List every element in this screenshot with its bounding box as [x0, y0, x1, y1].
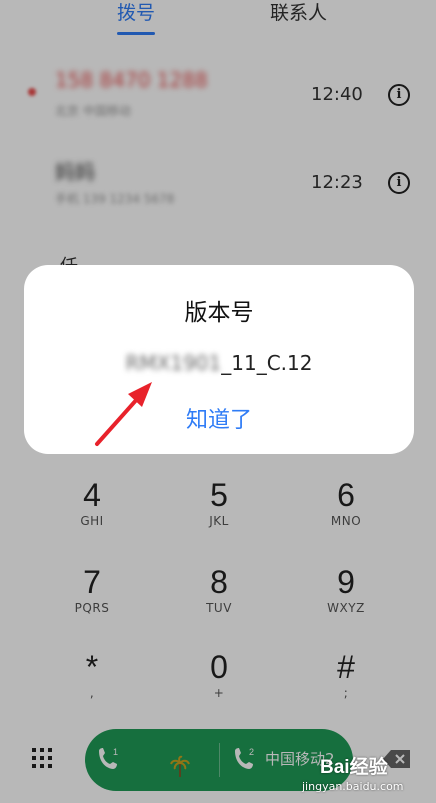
version-dialog: 版本号 RMX1901_11_C.12 知道了 [24, 265, 414, 454]
dialog-title: 版本号 [184, 300, 254, 326]
version-suffix: _11_C.12 [221, 351, 313, 375]
got-it-button[interactable]: 知道了 [24, 402, 414, 434]
watermark-url: jingyan.baidu.com [302, 780, 404, 793]
baidu-watermark: Bai经验 jingyan.baidu.com [298, 748, 434, 802]
version-number: RMX1901_11_C.12 [24, 351, 414, 375]
watermark-logo: Bai经验 [320, 757, 388, 778]
version-redacted: RMX1901 [125, 351, 222, 375]
